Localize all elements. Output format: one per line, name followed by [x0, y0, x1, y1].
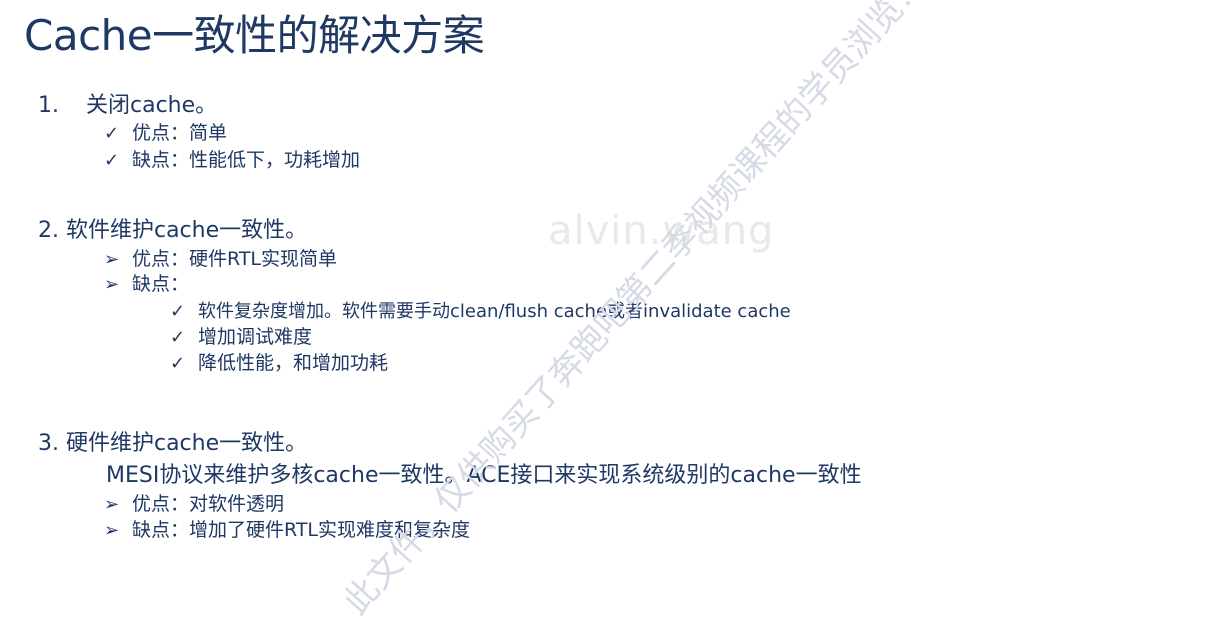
bullet-text: 降低性能，和增加功耗: [198, 352, 389, 374]
bullet-text: 缺点：: [132, 273, 190, 295]
list-item: ✓ 缺点：性能低下，功耗增加: [104, 147, 360, 174]
bullet-text: 增加调试难度: [198, 326, 313, 348]
list-item: ➢ 缺点：: [104, 271, 189, 298]
check-icon: ✓: [170, 353, 186, 374]
list-item: ✓ 增加调试难度: [170, 324, 312, 351]
list-item: ✓ 优点：简单: [104, 120, 227, 147]
arrowhead-bullet-icon: ➢: [104, 249, 120, 270]
section-1-heading: 1. 关闭cache。: [38, 92, 217, 120]
bullet-text: 优点：硬件RTL实现简单: [132, 248, 338, 270]
section-1-title: 关闭cache。: [86, 93, 218, 118]
section-2-heading: 2. 软件维护cache一致性。: [38, 218, 308, 243]
arrowhead-bullet-icon: ➢: [104, 494, 120, 515]
list-item: ➢ 优点：对软件透明: [104, 491, 284, 518]
check-icon: ✓: [170, 301, 186, 322]
check-icon: ✓: [170, 327, 186, 348]
list-item: ➢ 优点：硬件RTL实现简单: [104, 246, 337, 273]
section-1-number: 1.: [38, 93, 59, 118]
bullet-text: 缺点：性能低下，功耗增加: [132, 149, 361, 171]
list-item: ✓ 降低性能，和增加功耗: [170, 350, 388, 377]
arrowhead-bullet-icon: ➢: [104, 520, 120, 541]
bullet-text: 软件复杂度增加。软件需要手动clean/flush cache或者invalid…: [198, 301, 791, 322]
page-title: Cache一致性的解决方案: [24, 11, 485, 60]
bullet-text: 优点：简单: [132, 122, 228, 144]
check-icon: ✓: [104, 123, 120, 144]
arrowhead-bullet-icon: ➢: [104, 274, 120, 295]
section-3-heading: 3. 硬件维护cache一致性。: [38, 431, 308, 456]
list-item: ✓ 软件复杂度增加。软件需要手动clean/flush cache或者invali…: [170, 298, 791, 325]
bullet-text: 优点：对软件透明: [132, 493, 285, 515]
check-icon: ✓: [104, 150, 120, 171]
